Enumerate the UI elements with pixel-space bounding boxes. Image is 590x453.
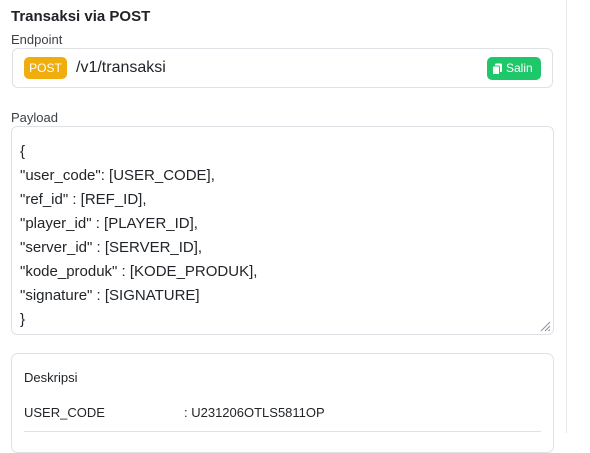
resize-handle-icon[interactable]	[539, 320, 551, 332]
description-key: USER_CODE	[24, 405, 105, 420]
copy-icon	[492, 63, 502, 75]
section-title: Transaksi via POST	[11, 8, 151, 25]
endpoint-label: Endpoint	[11, 32, 63, 47]
method-badge: POST	[24, 57, 67, 79]
payload-textarea[interactable]: { "user_code": [USER_CODE], "ref_id" : […	[11, 126, 554, 335]
description-title: Deskripsi	[24, 370, 78, 385]
endpoint-field: POST /v1/transaksi Salin	[12, 48, 553, 88]
description-card: Deskripsi USER_CODE : U231206OTLS5811OP	[11, 353, 554, 453]
endpoint-path: /v1/transaksi	[76, 59, 166, 76]
payload-text[interactable]: { "user_code": [USER_CODE], "ref_id" : […	[12, 127, 553, 332]
description-value: : U231206OTLS5811OP	[184, 405, 325, 420]
description-divider	[24, 431, 541, 432]
transaction-panel: Transaksi via POST Endpoint POST /v1/tra…	[0, 0, 567, 453]
payload-label: Payload	[11, 110, 58, 125]
copy-button[interactable]: Salin	[487, 57, 541, 80]
copy-button-label: Salin	[506, 61, 533, 75]
